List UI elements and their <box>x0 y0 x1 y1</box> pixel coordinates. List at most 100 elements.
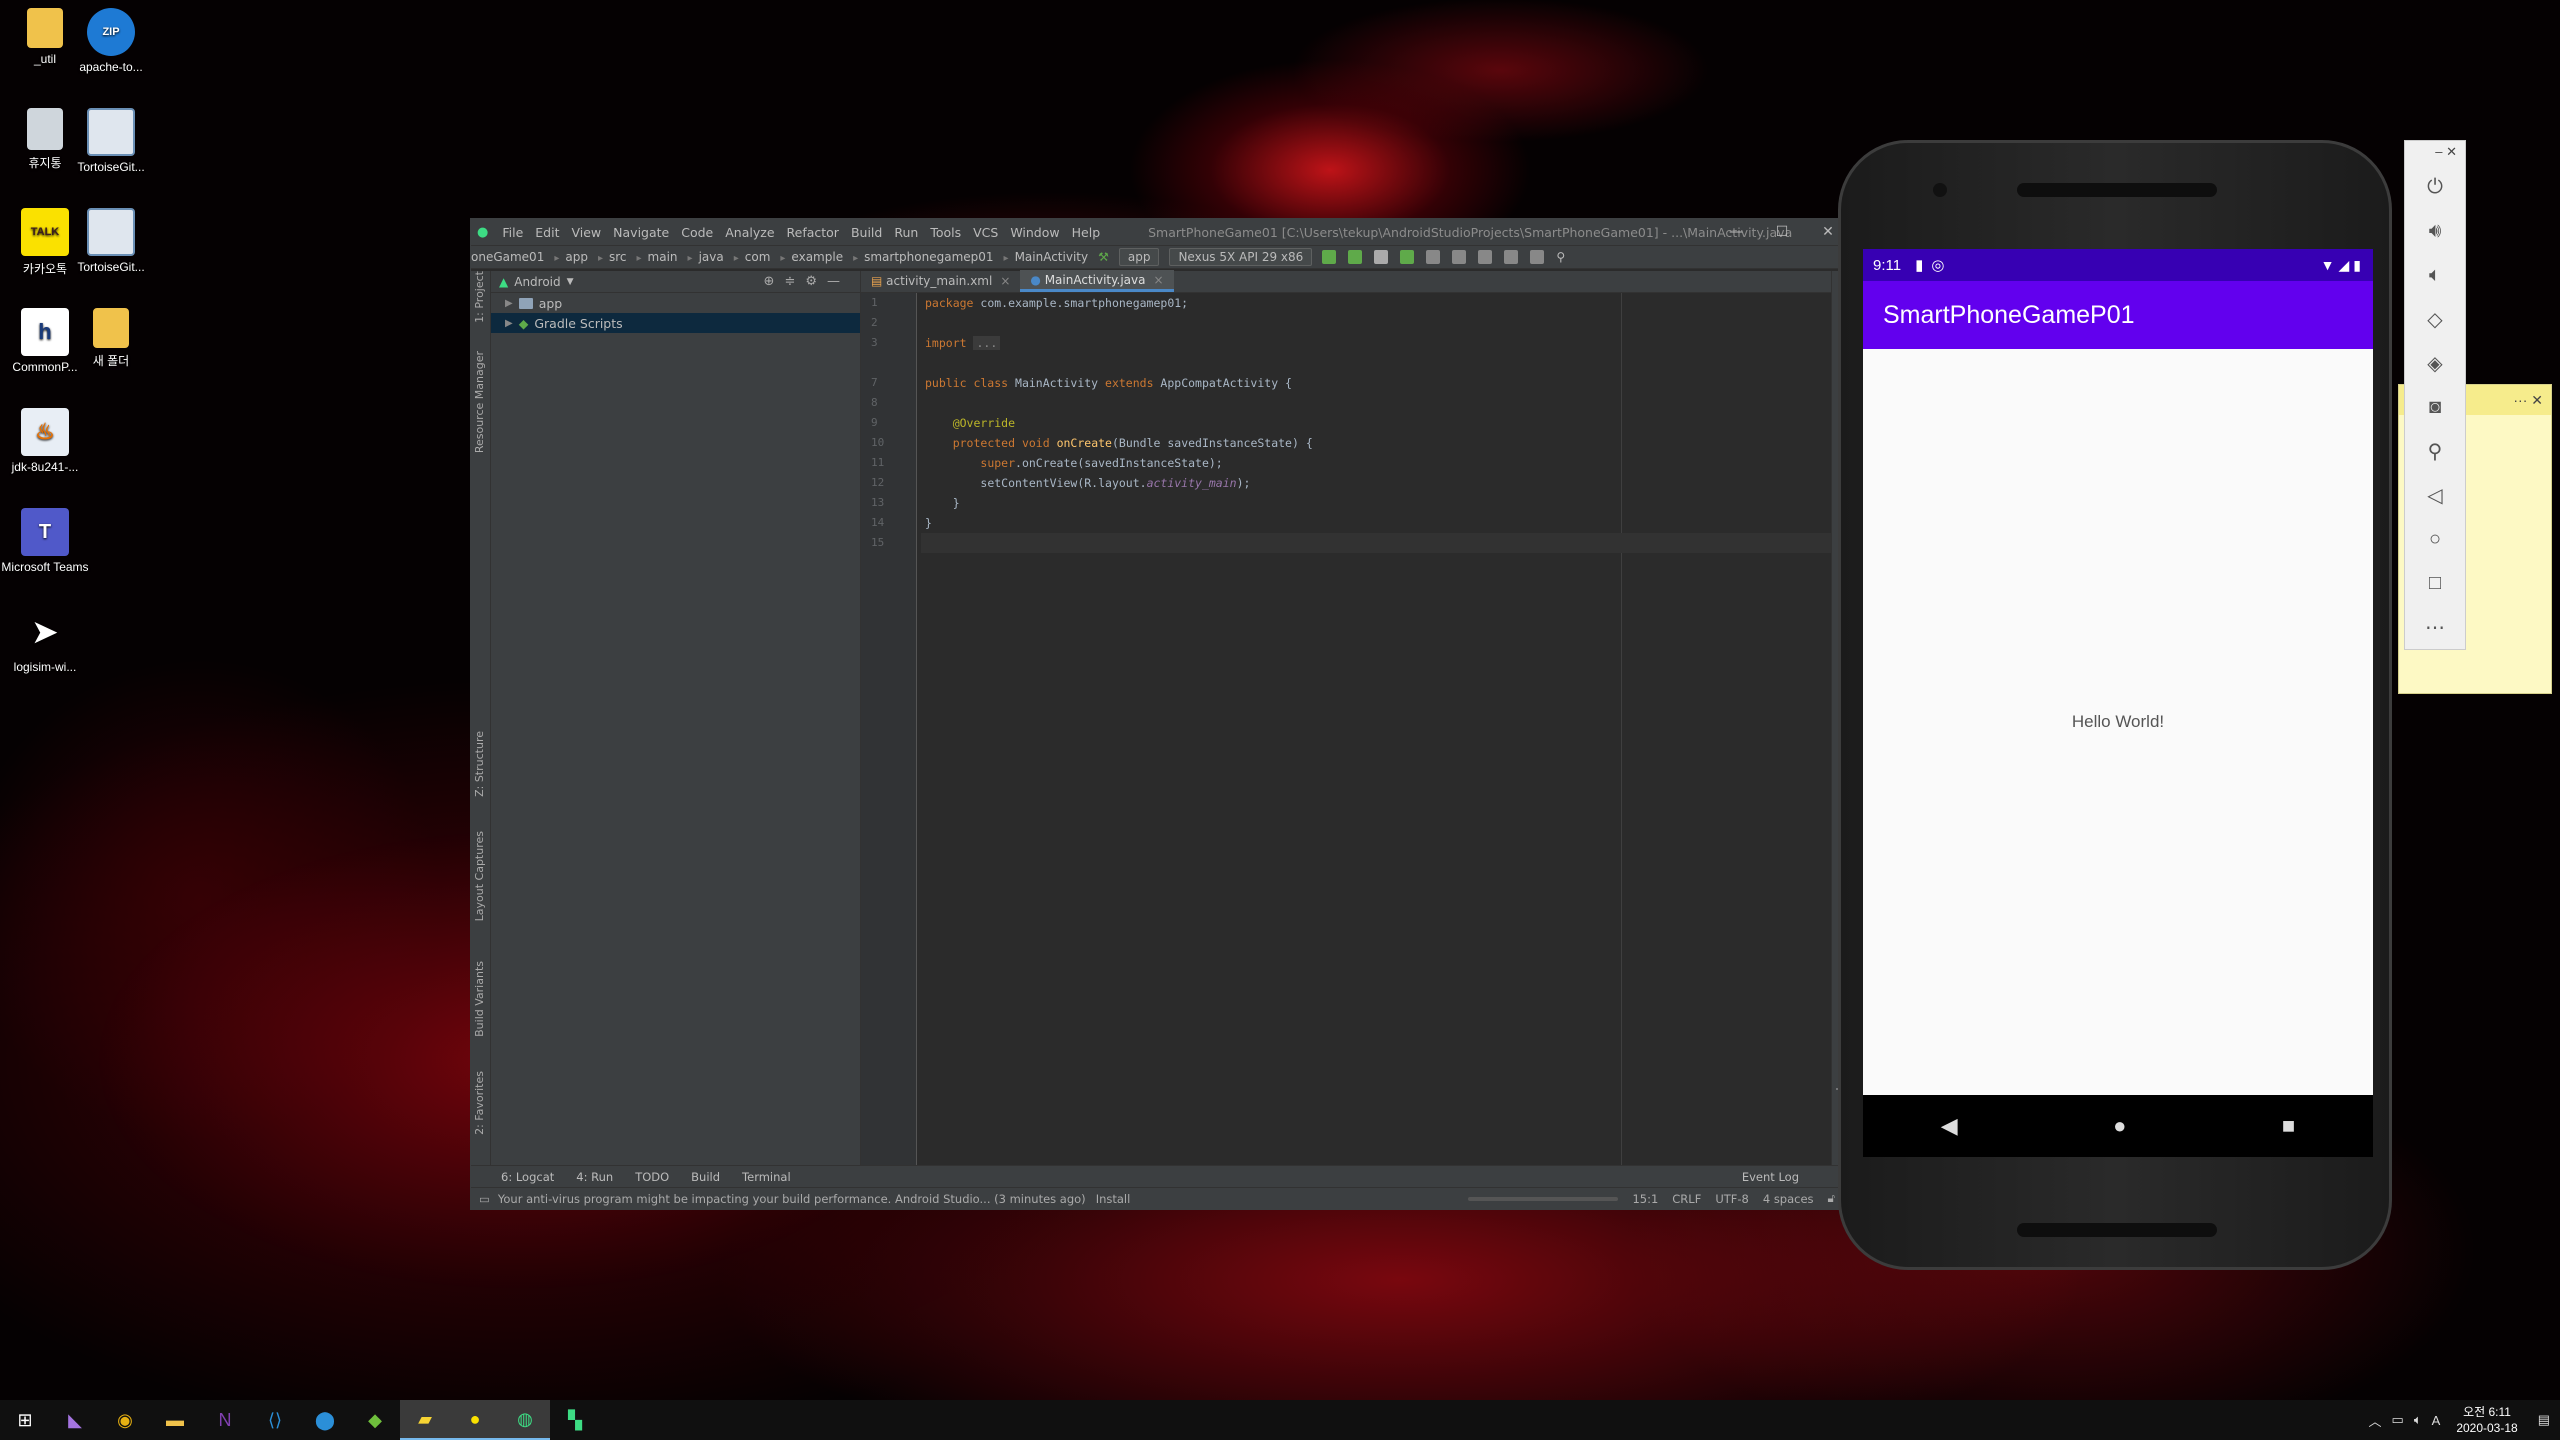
status-message[interactable]: Your anti-virus program might be impacti… <box>498 1192 1086 1206</box>
tool-tab-resource-manager[interactable]: Resource Manager <box>473 351 486 453</box>
device-select[interactable]: Nexus 5X API 29 x86 <box>1169 248 1313 266</box>
camera-icon[interactable]: ◙ <box>2405 385 2465 429</box>
menu-tools[interactable]: Tools <box>930 225 961 240</box>
overview-icon[interactable]: □ <box>2405 561 2465 605</box>
tab-mainactivity-java[interactable]: ● MainActivity.java × <box>1020 270 1174 292</box>
overview-icon[interactable]: ■ <box>2282 1113 2295 1139</box>
hammer-icon[interactable]: ⚒ <box>1098 250 1109 264</box>
android-studio-icon[interactable]: ◍ <box>500 1400 550 1440</box>
breadcrumb-src[interactable]: src <box>598 250 627 264</box>
menu-help[interactable]: Help <box>1072 225 1101 240</box>
chrome-icon[interactable]: ◉ <box>100 1400 150 1440</box>
event-log-button[interactable]: Event Log <box>1742 1170 1799 1184</box>
desktop-icon-logisim[interactable]: ➤ logisim-wi... <box>0 608 90 675</box>
desktop-icon-teams[interactable]: T Microsoft Teams <box>0 508 90 574</box>
menu-edit[interactable]: Edit <box>535 225 559 240</box>
desktop-icon-apache[interactable]: ZIP apache-to... <box>66 8 156 74</box>
close-icon[interactable]: ✕ <box>2531 392 2543 408</box>
desktop-icon-tortoisegit-1[interactable]: TortoiseGit... <box>66 108 156 174</box>
network-icon[interactable]: ▭ <box>2392 1412 2404 1428</box>
menu-view[interactable]: View <box>571 225 601 240</box>
breadcrumb-app[interactable]: app <box>554 250 588 264</box>
sticky-notes-icon[interactable]: ▰ <box>400 1400 450 1440</box>
apply-changes-icon[interactable] <box>1348 250 1363 264</box>
tree-item-gradle-scripts[interactable]: ▶ ◆ Gradle Scripts <box>491 313 860 333</box>
tool-tab-build-variants[interactable]: Build Variants <box>473 961 486 1037</box>
tree-item-app[interactable]: ▶ app <box>491 293 860 313</box>
clock[interactable]: 오전 6:11 2020-03-18 <box>2456 1404 2517 1436</box>
rotate-left-icon[interactable]: ◇ <box>2405 297 2465 341</box>
attach-debugger-icon[interactable] <box>1374 250 1389 264</box>
tool-tab-project[interactable]: 1: Project <box>473 271 486 323</box>
visual-studio-icon[interactable]: ◣ <box>50 1400 100 1440</box>
debug-icon[interactable] <box>1400 250 1415 264</box>
logisim-icon[interactable]: ▚ <box>550 1400 600 1440</box>
tool-todo[interactable]: TODO <box>635 1170 669 1184</box>
folded-imports[interactable]: ... <box>973 336 1001 350</box>
indent-setting[interactable]: 4 spaces <box>1763 1192 1814 1206</box>
cursor-position[interactable]: 15:1 <box>1632 1192 1658 1206</box>
breadcrumb-package[interactable]: smartphonegamep01 <box>853 250 993 264</box>
profile-icon[interactable] <box>1426 250 1441 264</box>
tool-tab-structure[interactable]: Z: Structure <box>473 731 486 797</box>
sourcetree-icon[interactable]: ◆ <box>350 1400 400 1440</box>
breadcrumb-com[interactable]: com <box>734 250 771 264</box>
tool-build[interactable]: Build <box>691 1170 720 1184</box>
line-separator[interactable]: CRLF <box>1672 1192 1701 1206</box>
run-icon[interactable] <box>1322 250 1337 264</box>
home-icon[interactable]: ○ <box>2405 517 2465 561</box>
tool-tab-layout-captures[interactable]: Layout Captures <box>473 831 486 921</box>
expand-arrow-icon[interactable]: ▶ <box>505 298 513 309</box>
breadcrumb-class[interactable]: MainActivity <box>1004 250 1089 264</box>
windows-start-icon[interactable]: ⊞ <box>0 1400 50 1440</box>
notifications-icon[interactable]: ▤ <box>2538 1412 2550 1428</box>
maximize-icon[interactable]: ☐ <box>1759 219 1805 245</box>
sdk-manager-icon[interactable] <box>1530 250 1545 264</box>
lock-icon[interactable]: 🔓︎ <box>1828 1191 1835 1206</box>
volume-down-icon[interactable]: 🔈︎ <box>2405 253 2465 297</box>
back-icon[interactable]: ◁ <box>2405 473 2465 517</box>
volume-up-icon[interactable]: 🔊︎ <box>2405 209 2465 253</box>
tool-tab-favorites[interactable]: 2: Favorites <box>473 1071 486 1135</box>
minimize-icon[interactable]: – <box>2435 144 2442 159</box>
sync-icon[interactable] <box>1478 250 1493 264</box>
tool-logcat[interactable]: 6: Logcat <box>501 1170 554 1184</box>
back-icon[interactable]: ◀ <box>1941 1113 1958 1139</box>
menu-analyze[interactable]: Analyze <box>725 225 774 240</box>
onenote-icon[interactable]: N <box>200 1400 250 1440</box>
breadcrumb-java[interactable]: java <box>688 250 724 264</box>
avd-manager-icon[interactable] <box>1504 250 1519 264</box>
menu-refactor[interactable]: Refactor <box>787 225 839 240</box>
power-icon[interactable]: ⏻ <box>2405 165 2465 209</box>
close-tab-icon[interactable]: × <box>1000 274 1010 288</box>
vscode-icon[interactable]: ⟨⟩ <box>250 1400 300 1440</box>
project-view-select[interactable]: Android <box>514 275 560 289</box>
volume-icon[interactable]: 🔈︎ <box>2414 1412 2422 1428</box>
desktop-icon-jdk[interactable]: ♨ jdk-8u241-... <box>0 408 90 474</box>
panel-actions[interactable]: ⊕≑⚙— <box>764 274 850 289</box>
more-icon[interactable]: ⋯ <box>2405 605 2465 649</box>
tab-activity-main-xml[interactable]: ▤ activity_main.xml × <box>861 270 1020 292</box>
breadcrumb-project[interactable]: oneGame01 <box>471 250 544 264</box>
desktop-icon-new-folder[interactable]: 새 폴더 <box>66 308 156 369</box>
code-area[interactable]: package com.example.smartphonegamep01; i… <box>921 293 1831 1165</box>
ime-indicator[interactable]: A <box>2432 1413 2441 1428</box>
breadcrumb-main[interactable]: main <box>637 250 678 264</box>
rotate-right-icon[interactable]: ◈ <box>2405 341 2465 385</box>
emulator-screen[interactable]: 9:11 ▮ ◎ ▼◢▮ SmartPhoneGameP01 Hello Wor… <box>1863 249 2373 1157</box>
file-encoding[interactable]: UTF-8 <box>1715 1192 1749 1206</box>
more-icon[interactable]: ··· <box>2513 392 2527 408</box>
menu-code[interactable]: Code <box>681 225 713 240</box>
menu-run[interactable]: Run <box>894 225 918 240</box>
menu-file[interactable]: File <box>502 225 523 240</box>
menu-vcs[interactable]: VCS <box>973 225 998 240</box>
search-icon[interactable]: ⚲ <box>1556 250 1565 264</box>
file-explorer-icon[interactable]: ▬ <box>150 1400 200 1440</box>
breadcrumb-example[interactable]: example <box>780 250 843 264</box>
tool-terminal[interactable]: Terminal <box>742 1170 791 1184</box>
menu-window[interactable]: Window <box>1010 225 1059 240</box>
home-icon[interactable]: ● <box>2113 1113 2126 1139</box>
desktop-icon-tortoisegit-2[interactable]: TortoiseGit... <box>66 208 156 274</box>
menu-navigate[interactable]: Navigate <box>613 225 669 240</box>
minimize-icon[interactable]: — <box>1713 219 1759 245</box>
